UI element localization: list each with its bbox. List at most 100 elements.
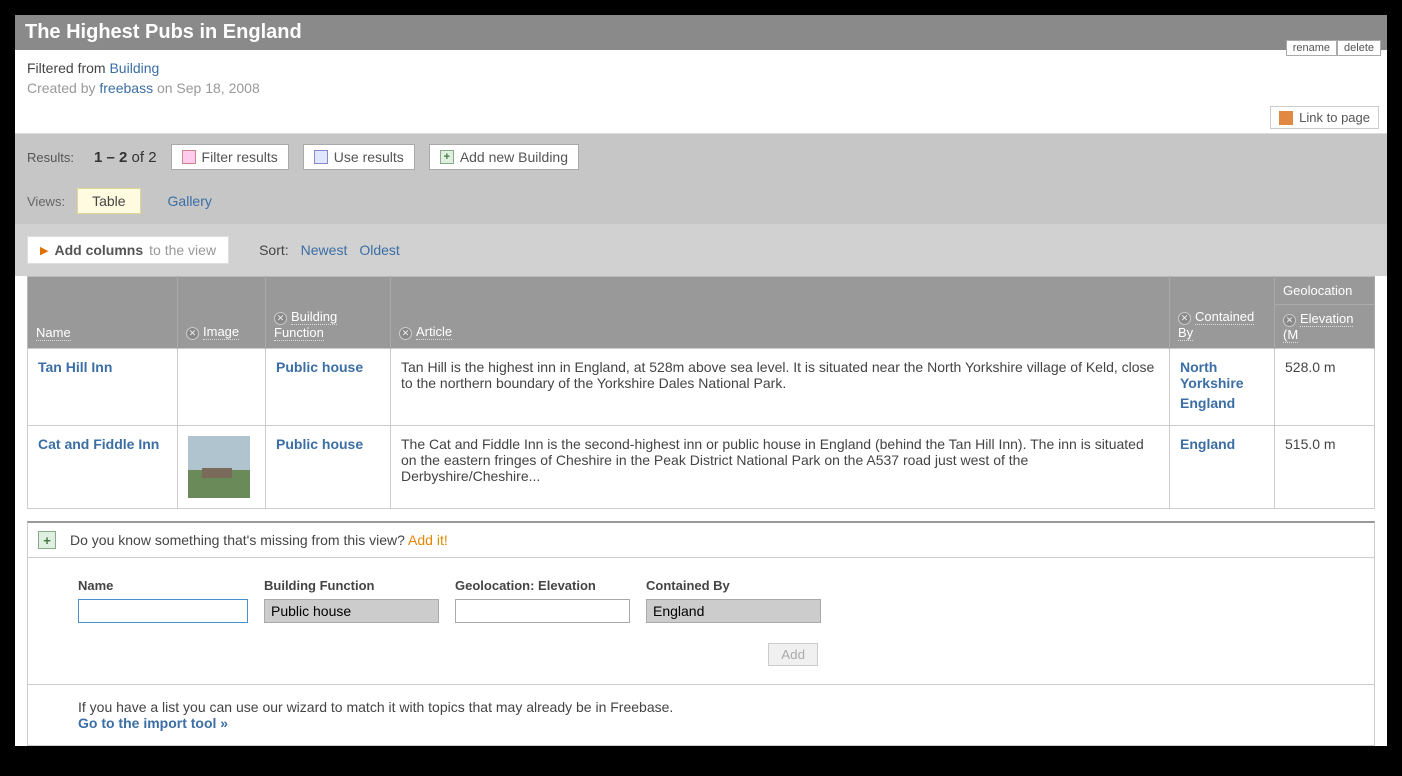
- sort-label: Sort:: [259, 242, 289, 258]
- contained-input[interactable]: [646, 599, 821, 623]
- close-icon[interactable]: ✕: [399, 327, 412, 340]
- views-row: Views: Table Gallery: [27, 180, 1375, 224]
- name-label: Name: [78, 578, 248, 593]
- func-label: Building Function: [264, 578, 439, 593]
- use-label: Use results: [334, 149, 404, 165]
- cont-label: Contained By: [646, 578, 821, 593]
- field-name: Name: [78, 578, 248, 623]
- page: The Highest Pubs in England renamedelete…: [15, 15, 1387, 746]
- add-columns-button[interactable]: ▶ Add columns to the view: [27, 236, 229, 264]
- tab-table[interactable]: Table: [77, 188, 140, 214]
- table-row: Cat and Fiddle Inn Public house The Cat an…: [28, 426, 1375, 509]
- results-table: Name ✕Image ✕Building Function ✕Article …: [27, 276, 1375, 509]
- th-article[interactable]: ✕Article: [391, 277, 1170, 349]
- form-add-row: Add: [78, 623, 818, 674]
- link-icon: [1279, 111, 1293, 125]
- views-label: Views:: [27, 194, 65, 209]
- th-image-label: Image: [203, 324, 239, 340]
- add-row-question: Do you know something that's missing fro…: [70, 532, 448, 548]
- elevation-input[interactable]: [455, 599, 630, 623]
- sort-oldest[interactable]: Oldest: [359, 242, 399, 258]
- close-icon[interactable]: ✕: [1178, 312, 1191, 325]
- form-fields: Name Building Function Geolocation: Elev…: [78, 578, 1324, 623]
- import-area: If you have a list you can use our wizar…: [27, 685, 1375, 746]
- results-range: 1 – 2: [94, 149, 127, 166]
- add-button[interactable]: Add: [768, 643, 818, 666]
- search-icon: [182, 150, 196, 164]
- row-name-link[interactable]: Tan Hill Inn: [38, 359, 112, 375]
- import-link[interactable]: Go to the import tool »: [78, 715, 228, 731]
- plus-icon: +: [440, 150, 454, 164]
- row-function-link[interactable]: Public house: [276, 436, 363, 452]
- close-icon[interactable]: ✕: [1283, 314, 1296, 327]
- row-elevation: 515.0 m: [1275, 426, 1375, 509]
- arrow-icon: ▶: [40, 244, 48, 257]
- row-contained-link[interactable]: England: [1180, 436, 1264, 452]
- field-contained: Contained By: [646, 578, 821, 623]
- page-title: The Highest Pubs in England: [25, 21, 1377, 44]
- meta-block: Filtered from Building Created by freeba…: [15, 50, 1387, 102]
- th-name-label: Name: [36, 325, 71, 341]
- geo-label: Geolocation: Elevation: [455, 578, 630, 593]
- sort-newest[interactable]: Newest: [301, 242, 348, 258]
- add-new-label: Add new Building: [460, 149, 568, 165]
- results-of: of: [127, 149, 148, 166]
- filter-label: Filter results: [202, 149, 278, 165]
- import-text: If you have a list you can use our wizar…: [78, 699, 1324, 715]
- th-name[interactable]: Name: [28, 277, 178, 349]
- link-row: Link to page: [15, 102, 1387, 134]
- name-input[interactable]: [78, 599, 248, 623]
- row-elevation: 528.0 m: [1275, 349, 1375, 426]
- close-icon[interactable]: ✕: [274, 312, 287, 325]
- filtered-prefix: Filtered from: [27, 60, 109, 76]
- created-by: Created by freebass on Sep 18, 2008: [27, 80, 1375, 96]
- th-image[interactable]: ✕ Image: [178, 277, 266, 349]
- th-contained[interactable]: ✕Contained By: [1170, 277, 1275, 349]
- add-question-text: Do you know something that's missing fro…: [70, 532, 408, 548]
- plus-icon[interactable]: +: [38, 531, 56, 549]
- row-article: The Cat and Fiddle Inn is the second-hig…: [391, 426, 1170, 509]
- use-results-button[interactable]: Use results: [303, 144, 415, 170]
- filtered-link[interactable]: Building: [109, 60, 159, 76]
- sort-group: Sort: Newest Oldest: [259, 242, 400, 258]
- thumbnail[interactable]: [188, 436, 250, 498]
- created-suffix: on Sep 18, 2008: [153, 80, 260, 96]
- add-columns-weak: to the view: [149, 242, 216, 258]
- th-function[interactable]: ✕Building Function: [266, 277, 391, 349]
- toolbar: Results: 1 – 2 of 2 Filter results Use r…: [15, 134, 1387, 224]
- link-to-page-label: Link to page: [1299, 110, 1370, 125]
- row-contained-link[interactable]: England: [1180, 395, 1264, 411]
- row-article: Tan Hill is the highest inn in England, …: [391, 349, 1170, 426]
- add-form: Name Building Function Geolocation: Elev…: [27, 558, 1375, 685]
- delete-button[interactable]: delete: [1337, 40, 1381, 56]
- close-icon[interactable]: ✕: [186, 327, 199, 340]
- grid-icon: [314, 150, 328, 164]
- row-name-link[interactable]: Cat and Fiddle Inn: [38, 436, 159, 452]
- rename-button[interactable]: rename: [1286, 40, 1337, 56]
- controls-row: ▶ Add columns to the view Sort: Newest O…: [15, 224, 1387, 276]
- creator-link[interactable]: freebass: [99, 80, 153, 96]
- created-prefix: Created by: [27, 80, 99, 96]
- field-function: Building Function: [264, 578, 439, 623]
- filter-results-button[interactable]: Filter results: [171, 144, 289, 170]
- table-wrap: Name ✕Image ✕Building Function ✕Article …: [15, 276, 1387, 521]
- title-actions: renamedelete: [1286, 39, 1381, 56]
- function-input[interactable]: [264, 599, 439, 623]
- add-row-bar: + Do you know something that's missing f…: [27, 521, 1375, 558]
- table-row: Tan Hill Inn Public house Tan Hill is the …: [28, 349, 1375, 426]
- add-new-button[interactable]: + Add new Building: [429, 144, 579, 170]
- results-total: 2: [148, 149, 156, 166]
- add-columns-strong: Add columns: [54, 242, 143, 258]
- filtered-from: Filtered from Building: [27, 60, 1375, 76]
- row-function-link[interactable]: Public house: [276, 359, 363, 375]
- add-it-link[interactable]: Add it!: [408, 532, 448, 548]
- link-to-page-button[interactable]: Link to page: [1270, 106, 1379, 129]
- field-elevation: Geolocation: Elevation: [455, 578, 630, 623]
- toolbar-row-1: Results: 1 – 2 of 2 Filter results Use r…: [27, 144, 1375, 180]
- th-geo-top: Geolocation: [1275, 277, 1374, 305]
- tab-gallery[interactable]: Gallery: [153, 188, 227, 214]
- th-geolocation[interactable]: Geolocation ✕Elevation (M: [1275, 277, 1375, 349]
- row-contained-link[interactable]: North Yorkshire: [1180, 359, 1264, 391]
- results-count: 1 – 2 of 2: [94, 149, 157, 166]
- results-label: Results:: [27, 150, 74, 165]
